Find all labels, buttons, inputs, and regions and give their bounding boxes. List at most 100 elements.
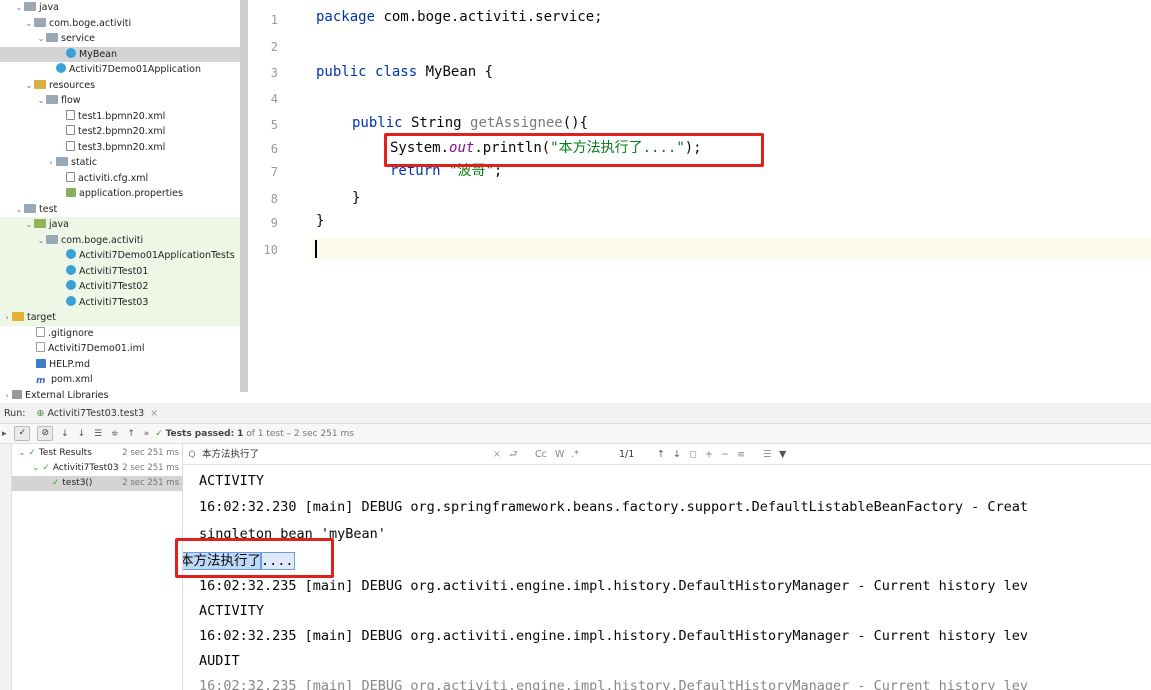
console-line: singleton bean 'myBean' bbox=[199, 526, 386, 542]
chevron-icon[interactable]: ⌄ bbox=[14, 202, 24, 218]
code-line-1[interactable]: package com.boge.activiti.service; bbox=[312, 6, 1151, 28]
tree-item-label: flow bbox=[61, 95, 81, 106]
expand-all-icon[interactable]: ☰ bbox=[94, 424, 102, 444]
chevron-icon[interactable]: ⌄ bbox=[24, 16, 34, 32]
code-line-8[interactable]: } bbox=[312, 187, 1151, 209]
chevron-icon[interactable]: ⌄ bbox=[14, 0, 24, 16]
console-output[interactable]: ACTIVITY 16:02:32.230 [main] DEBUG org.s… bbox=[183, 465, 1151, 690]
tree-item[interactable]: ⌄ test bbox=[0, 202, 240, 218]
chevron-icon[interactable]: ⌄ bbox=[24, 217, 34, 233]
sort-alpha-icon[interactable]: ↓ bbox=[61, 424, 69, 444]
clear-search-icon[interactable]: × bbox=[493, 444, 501, 465]
match-case-toggle[interactable]: Cc bbox=[535, 444, 547, 465]
line-number: 1 bbox=[270, 13, 278, 27]
code-line-5[interactable]: public String getAssignee(){ bbox=[312, 112, 1151, 134]
test-tree-item[interactable]: ✓ test3() 2 sec 251 ms bbox=[12, 476, 183, 491]
tree-item[interactable]: Activiti7Test03 bbox=[0, 294, 240, 310]
tree-item[interactable]: ⌄ flow bbox=[0, 93, 240, 109]
chevron-icon[interactable]: › bbox=[2, 310, 12, 326]
tree-item[interactable]: ⌄ com.boge.activiti bbox=[0, 16, 240, 32]
new-line-icon[interactable]: ⮐ bbox=[509, 444, 518, 465]
code-token: package bbox=[316, 9, 376, 25]
more-icon[interactable]: » bbox=[144, 424, 150, 444]
next-occurrence-icon[interactable]: ↓ bbox=[673, 444, 681, 465]
code-token: } bbox=[316, 213, 325, 229]
filter-icon[interactable]: ▼ bbox=[779, 444, 786, 465]
text-caret bbox=[315, 240, 317, 258]
chevron-icon[interactable]: ⌄ bbox=[24, 78, 34, 94]
folder-icon bbox=[46, 95, 58, 104]
tree-item[interactable]: Activiti7Demo01ApplicationTests bbox=[0, 248, 240, 264]
code-editor[interactable]: package com.boge.activiti.service; publi… bbox=[312, 0, 1151, 403]
search-input[interactable]: 本方法执行了 bbox=[202, 449, 259, 460]
search-icon[interactable]: Q bbox=[185, 449, 199, 461]
tree-item[interactable]: Activiti7Test02 bbox=[0, 279, 240, 295]
tree-item[interactable]: application.properties bbox=[0, 186, 240, 202]
tree-item[interactable]: Activiti7Test01 bbox=[0, 263, 240, 279]
words-toggle[interactable]: W bbox=[555, 444, 564, 465]
previous-occurrence-icon[interactable]: ↑ bbox=[657, 444, 665, 465]
tree-item[interactable]: ⌄ service bbox=[0, 31, 240, 47]
collapse-all-icon[interactable]: ≑ bbox=[111, 424, 119, 444]
test-name: Activiti7Test03 bbox=[52, 463, 119, 473]
tree-item-label: target bbox=[27, 312, 56, 323]
tree-item[interactable]: ⌄ java bbox=[0, 217, 240, 233]
show-ignored-icon[interactable]: ⊘ bbox=[37, 426, 54, 441]
test-duration: 2 sec 251 ms bbox=[122, 478, 179, 488]
tree-item[interactable]: activiti.cfg.xml bbox=[0, 171, 240, 187]
close-icon[interactable]: × bbox=[150, 408, 158, 419]
tree-item[interactable]: Activiti7Demo01Application bbox=[0, 62, 240, 78]
code-token: return bbox=[390, 163, 441, 179]
tree-item[interactable]: › static bbox=[0, 155, 240, 171]
cls-icon bbox=[66, 295, 76, 306]
code-line-3[interactable]: public class MyBean { bbox=[312, 61, 1151, 83]
regex-toggle[interactable]: .* bbox=[571, 444, 579, 465]
show-passed-icon[interactable]: ✓ bbox=[14, 426, 31, 441]
tree-item[interactable]: ⌄ com.boge.activiti bbox=[0, 232, 240, 249]
chevron-icon[interactable]: ⌄ bbox=[36, 233, 46, 249]
project-tree-scrollbar[interactable] bbox=[240, 0, 248, 392]
tree-item[interactable]: ⌄ resources bbox=[0, 78, 240, 94]
tree-item[interactable]: test2.bpmn20.xml bbox=[0, 124, 240, 140]
tree-item[interactable]: › target bbox=[0, 310, 240, 326]
tree-item[interactable]: › External Libraries bbox=[0, 388, 240, 404]
code-line-9[interactable]: } bbox=[312, 210, 1151, 232]
filter-lines-icon[interactable]: ☰ bbox=[763, 444, 772, 465]
add-selection-icon[interactable]: + bbox=[705, 444, 713, 465]
code-line-6[interactable]: System.out.println("本方法执行了...."); bbox=[312, 137, 1151, 159]
tree-item[interactable]: Activiti7Demo01.iml bbox=[0, 341, 240, 357]
chevron-icon[interactable]: ⌄ bbox=[36, 93, 46, 109]
tree-item[interactable]: test3.bpmn20.xml bbox=[0, 140, 240, 156]
chevron-icon[interactable]: › bbox=[2, 388, 12, 404]
code-line-7[interactable]: return "波哥"; bbox=[312, 160, 1151, 182]
previous-failed-icon[interactable]: ↑ bbox=[127, 424, 135, 444]
tree-item[interactable]: HELP.md bbox=[0, 357, 240, 373]
test-tree-item[interactable]: ⌄ ✓ Activiti7Test03 2 sec 251 ms bbox=[12, 461, 183, 476]
search-match: 本方法执行了 bbox=[183, 552, 262, 570]
code-token: } bbox=[352, 190, 361, 206]
lib-icon bbox=[12, 389, 22, 399]
tree-item-label: MyBean bbox=[79, 48, 118, 60]
md-icon bbox=[36, 358, 46, 368]
code-line-10[interactable] bbox=[312, 238, 1151, 260]
tree-item[interactable]: m pom.xml bbox=[0, 372, 240, 388]
rerun-icon[interactable]: ▸ bbox=[2, 424, 7, 444]
chevron-icon[interactable]: ⌄ bbox=[36, 31, 46, 47]
toggle-selection-icon[interactable]: ≡ bbox=[737, 444, 745, 465]
line-number: 8 bbox=[270, 192, 278, 206]
search-match-tail: .... bbox=[260, 552, 295, 570]
tree-item[interactable]: .gitignore bbox=[0, 326, 240, 342]
remove-selection-icon[interactable]: − bbox=[721, 444, 729, 465]
tree-item[interactable]: MyBean bbox=[0, 46, 240, 62]
select-all-occurrences-icon[interactable]: ◻ bbox=[689, 444, 697, 465]
tree-item[interactable]: test1.bpmn20.xml bbox=[0, 109, 240, 125]
line-number: 5 bbox=[270, 118, 278, 132]
chevron-icon[interactable]: › bbox=[46, 155, 56, 171]
sort-duration-icon[interactable]: ↓ bbox=[78, 424, 86, 444]
line-number: 4 bbox=[270, 92, 278, 106]
code-token: String bbox=[402, 115, 471, 131]
editor-area: ⌄ java ⌄ com.boge.activiti ⌄ service MyBean Act… bbox=[0, 0, 1151, 403]
tree-item[interactable]: ⌄ java bbox=[0, 0, 240, 16]
run-tab[interactable]: Activiti7Test03.test3 bbox=[47, 408, 144, 419]
test-tree-item[interactable]: ⌄ ✓ Test Results 2 sec 251 ms bbox=[12, 446, 183, 461]
